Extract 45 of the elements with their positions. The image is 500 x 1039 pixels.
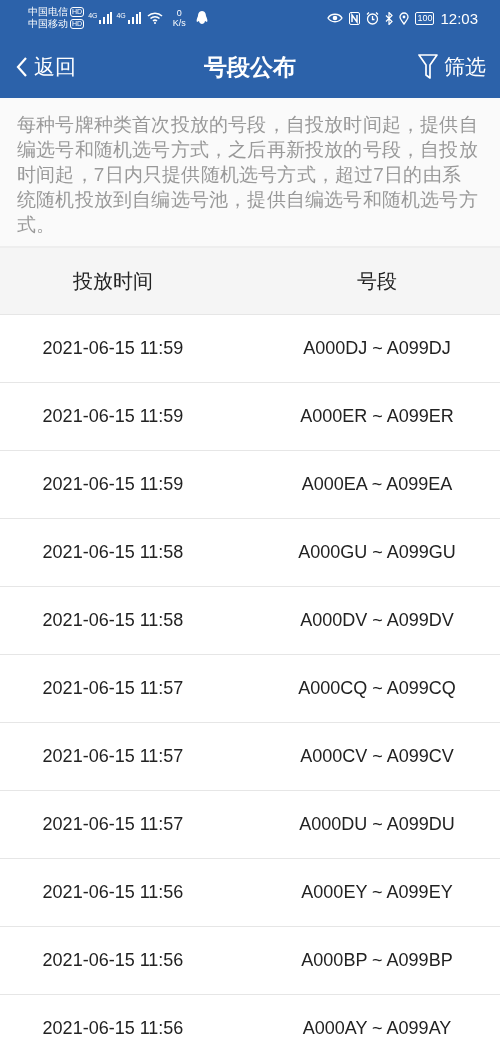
- wifi-icon: [146, 12, 163, 24]
- plate-range: A000EA ~ A099EA: [301, 474, 453, 495]
- battery-level: 100: [415, 11, 435, 25]
- signal-icon: [126, 12, 141, 24]
- plate-range: A000CV ~ A099CV: [300, 746, 454, 767]
- plate-range: A000ER ~ A099ER: [300, 406, 454, 427]
- release-time: 2021-06-15 11:56: [42, 1018, 184, 1039]
- plate-range: A000DU ~ A099DU: [299, 814, 455, 835]
- release-time: 2021-06-15 11:56: [42, 882, 184, 903]
- location-icon: [399, 11, 410, 25]
- plate-range: A000DJ ~ A099DJ: [303, 338, 451, 359]
- filter-button[interactable]: 筛选: [418, 53, 486, 81]
- release-time: 2021-06-15 11:58: [42, 542, 184, 563]
- release-time: 2021-06-15 11:59: [42, 406, 184, 427]
- eye-icon: [327, 13, 344, 23]
- release-time: 2021-06-15 11:57: [42, 814, 184, 835]
- back-icon: [16, 56, 28, 78]
- column-header: 号段: [357, 268, 397, 294]
- plate-range: A000AY ~ A099AY: [302, 1018, 452, 1039]
- plate-range: A000GU ~ A099GU: [298, 542, 456, 563]
- release-time: 2021-06-15 11:58: [42, 610, 184, 631]
- release-time: 2021-06-15 11:59: [42, 338, 184, 359]
- notice-text: 每种号牌种类首次投放的号段，自投放时间起，提供自编选号和随机选号方式，之后再新投放的号段，自投放时间起，7日内只提供随机选号方式，超过7日的由系统随机投放到自编选号池，提供自编选号和随机选号方式。: [17, 113, 479, 237]
- column-header: 投放时间: [73, 268, 153, 294]
- plate-range: A000DV ~ A099DV: [300, 610, 454, 631]
- release-time: 2021-06-15 11:57: [42, 746, 184, 767]
- signal-icon: [98, 12, 113, 24]
- carrier-name: 中国移动: [28, 18, 68, 30]
- bluetooth-icon: [385, 11, 394, 25]
- penguin-icon: [195, 11, 208, 25]
- release-time: 2021-06-15 11:57: [42, 678, 184, 699]
- plate-range: A000EY ~ A099EY: [301, 882, 453, 903]
- filter-icon: [418, 54, 438, 80]
- plate-range: A000BP ~ A099BP: [301, 950, 453, 971]
- release-time: 2021-06-15 11:59: [42, 474, 184, 495]
- clock-time: 12:03: [440, 9, 478, 27]
- release-time: 2021-06-15 11:56: [42, 950, 184, 971]
- back-button[interactable]: 返回: [16, 53, 76, 81]
- nfc-icon: [349, 11, 361, 25]
- speed-value: 0: [176, 8, 182, 18]
- plate-range: A000CQ ~ A099CQ: [298, 678, 456, 699]
- page-title: 号段公布: [204, 53, 296, 80]
- carrier-name: 中国电信: [28, 6, 68, 18]
- speed-unit: K/s: [172, 18, 186, 28]
- alarm-icon: [366, 11, 380, 25]
